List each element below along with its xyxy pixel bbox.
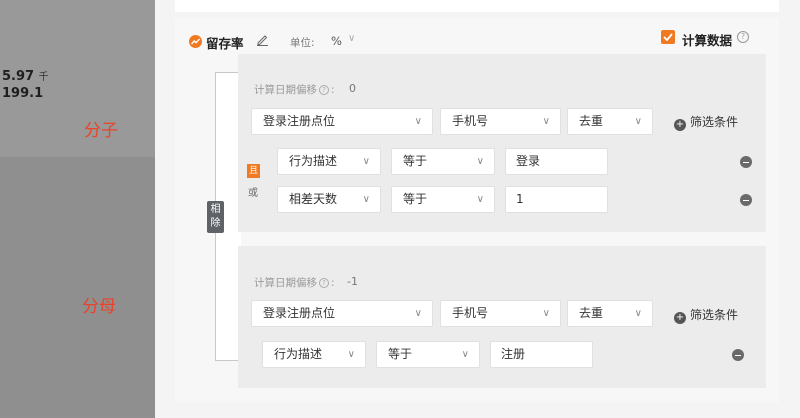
summary-value-2: 199.1 — [2, 86, 44, 101]
denominator-filter1-field-select[interactable]: 行为描述 ∨ — [262, 341, 366, 368]
chevron-down-icon: ∨ — [362, 156, 370, 167]
chevron-down-icon: ∨ — [542, 308, 550, 319]
numerator-filter1-field-select[interactable]: 行为描述 ∨ — [277, 148, 381, 175]
denominator-offset-value[interactable]: -1 — [347, 275, 358, 288]
chevron-down-icon: ∨ — [542, 116, 550, 127]
numerator-filter1-value-input[interactable]: 登录 — [505, 148, 608, 175]
chevron-down-icon: ∨ — [414, 308, 422, 319]
numerator-filter2-op-select[interactable]: 等于 ∨ — [391, 186, 495, 213]
calc-data-label: 计算数据 — [682, 33, 733, 48]
unit-label: 单位: — [290, 37, 315, 49]
logic-and-tag[interactable]: 且 — [247, 164, 260, 178]
chevron-down-icon: ∨ — [461, 349, 469, 360]
denominator-annotation: 分母 — [82, 297, 116, 317]
question-circle-icon[interactable]: ? — [319, 85, 329, 95]
minus-circle-icon[interactable] — [732, 349, 744, 361]
denominator-filter1-value-input[interactable]: 注册 — [490, 341, 593, 368]
chevron-down-icon: ∨ — [362, 194, 370, 205]
trend-up-icon — [189, 35, 202, 48]
logic-or-toggle[interactable]: 或 — [248, 184, 258, 199]
numerator-offset-label: 计算日期偏移?: — [254, 84, 335, 96]
denominator-agg-select[interactable]: 去重 ∨ — [567, 300, 653, 327]
numerator-offset-value[interactable]: 0 — [349, 82, 356, 95]
summary-value-1: 5.97 千 — [2, 69, 49, 84]
numerator-filter2-field-select[interactable]: 相差天数 ∨ — [277, 186, 381, 213]
minus-circle-icon[interactable] — [740, 194, 752, 206]
denominator-event-select[interactable]: 登录注册点位 ∨ — [251, 300, 433, 327]
chevron-down-icon: ∨ — [414, 116, 422, 127]
chevron-down-icon: ∨ — [634, 308, 642, 319]
pencil-icon[interactable] — [256, 33, 269, 50]
chevron-down-icon: ∨ — [476, 156, 484, 167]
numerator-add-filter-button[interactable]: + 筛选条件 — [674, 113, 738, 131]
left-summary-panel: 5.97 千 199.1 — [0, 0, 155, 418]
plus-circle-icon: + — [674, 312, 686, 324]
chevron-down-icon: ∨ — [476, 194, 484, 205]
question-circle-icon[interactable]: ? — [737, 31, 749, 43]
denominator-id-select[interactable]: 手机号 ∨ — [440, 300, 561, 327]
summary-value-1-unit: 千 — [38, 72, 49, 83]
unit-select[interactable]: % — [331, 34, 342, 48]
denominator-add-filter-button[interactable]: + 筛选条件 — [674, 306, 738, 324]
denominator-filter1-op-select[interactable]: 等于 ∨ — [376, 341, 480, 368]
minus-circle-icon[interactable] — [740, 156, 752, 168]
denominator-offset-label: 计算日期偏移?: — [254, 277, 335, 289]
numerator-filter1-op-select[interactable]: 等于 ∨ — [391, 148, 495, 175]
calc-data-checkbox[interactable] — [661, 30, 675, 44]
metric-name: 留存率 — [206, 36, 244, 51]
question-circle-icon[interactable]: ? — [319, 278, 329, 288]
numerator-id-select[interactable]: 手机号 ∨ — [440, 108, 561, 135]
numerator-agg-select[interactable]: 去重 ∨ — [567, 108, 653, 135]
numerator-annotation: 分子 — [84, 121, 118, 141]
chevron-down-icon[interactable]: ∨ — [348, 33, 355, 44]
divide-operator-tag[interactable]: 相除 — [207, 201, 224, 233]
numerator-event-select[interactable]: 登录注册点位 ∨ — [251, 108, 433, 135]
plus-circle-icon: + — [674, 119, 686, 131]
numerator-filter2-value-input[interactable]: 1 — [505, 186, 608, 213]
chevron-down-icon: ∨ — [634, 116, 642, 127]
chevron-down-icon: ∨ — [347, 349, 355, 360]
previous-card-edge — [175, 0, 779, 12]
